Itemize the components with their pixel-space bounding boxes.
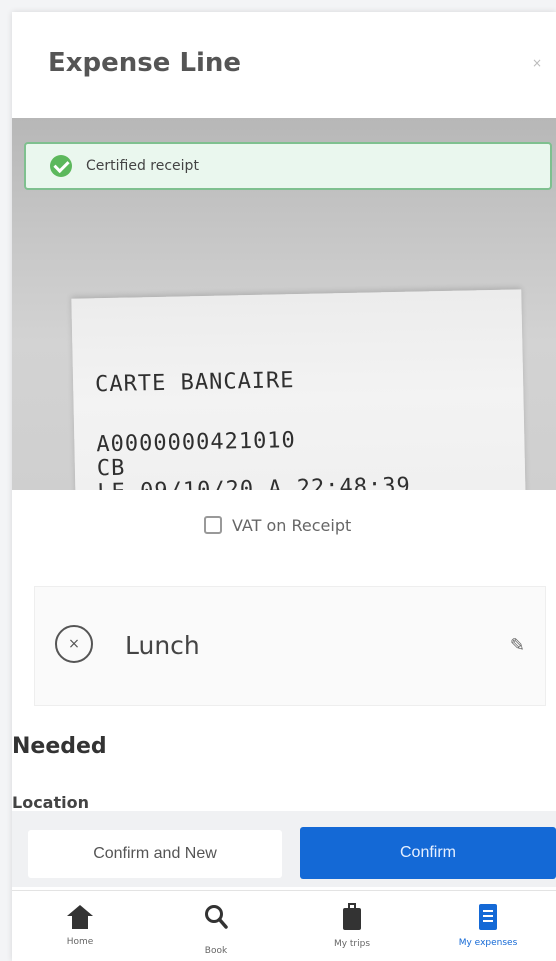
receipt-paper: CARTE BANCAIRE A0000000421010 CB LE 09/1… xyxy=(71,289,527,490)
location-heading: Location xyxy=(12,793,89,812)
tab-label: Home xyxy=(66,937,94,947)
receipt-icon xyxy=(479,904,497,930)
lunch-category-icon: × xyxy=(55,625,93,663)
receipt-photo[interactable]: CARTE BANCAIRE A0000000421010 CB LE 09/1… xyxy=(12,118,556,490)
receipt-line: LE 09/10/20 A 22:48:39 xyxy=(97,473,411,490)
tab-my-trips[interactable]: My trips xyxy=(284,891,420,961)
vat-label: VAT on Receipt xyxy=(232,516,352,535)
tab-label: My expenses xyxy=(458,938,518,948)
confirm-and-new-button[interactable]: Confirm and New xyxy=(28,830,282,878)
close-icon[interactable]: × xyxy=(532,56,542,70)
category-card[interactable]: × Lunch ✎ xyxy=(34,586,546,706)
receipt-line: CARTE BANCAIRE xyxy=(94,368,295,398)
luggage-icon xyxy=(343,903,361,931)
category-label: Lunch xyxy=(125,631,200,660)
search-icon xyxy=(148,903,284,938)
bottom-tab-bar: Home Book My trips My expenses xyxy=(12,890,556,961)
confirm-button[interactable]: Confirm xyxy=(300,827,556,879)
receipt-line: CB xyxy=(96,455,126,482)
home-icon xyxy=(67,905,93,929)
certified-receipt-label: Certified receipt xyxy=(86,158,199,174)
tab-home[interactable]: Home xyxy=(12,891,148,961)
vat-on-receipt-row[interactable]: VAT on Receipt xyxy=(12,512,556,542)
edit-icon[interactable]: ✎ xyxy=(510,635,525,656)
tab-label: Book xyxy=(204,946,228,956)
vat-checkbox[interactable] xyxy=(204,516,222,534)
tab-book[interactable]: Book xyxy=(148,891,284,961)
receipt-line: A0000000421010 xyxy=(96,428,297,458)
check-circle-icon xyxy=(50,155,72,177)
action-bar: Confirm and New Confirm xyxy=(12,811,556,887)
tab-my-expenses[interactable]: My expenses xyxy=(420,891,556,961)
page-title: Expense Line xyxy=(48,48,242,78)
expense-line-panel: Expense Line × CARTE BANCAIRE A000000042… xyxy=(12,12,556,961)
needed-heading: Needed xyxy=(12,734,107,759)
header: Expense Line × xyxy=(12,12,556,118)
certified-receipt-banner: Certified receipt xyxy=(24,142,552,190)
tab-label: My trips xyxy=(333,939,371,949)
